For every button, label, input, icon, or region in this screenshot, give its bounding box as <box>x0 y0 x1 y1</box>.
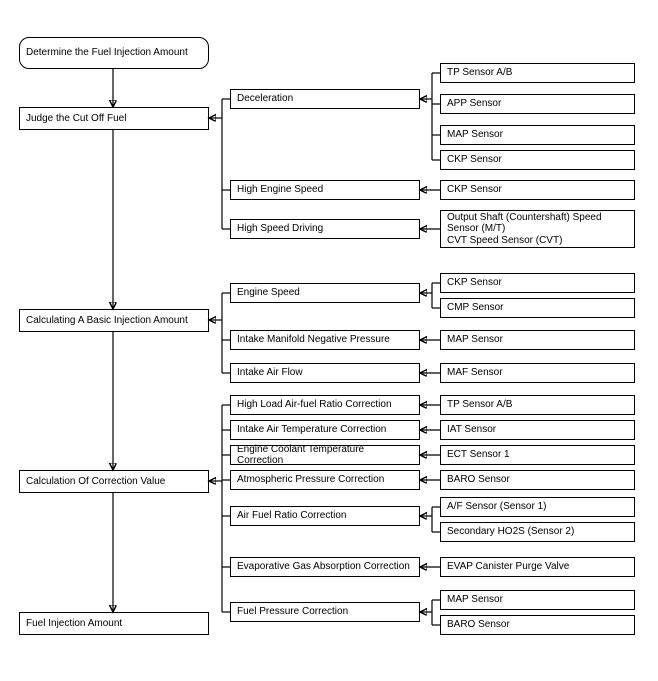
label: A/F Sensor (Sensor 1) <box>447 501 546 513</box>
label: TP Sensor A/B <box>447 399 512 411</box>
mid-evap: Evaporative Gas Absorption Correction <box>230 557 420 577</box>
label: IAT Sensor <box>447 424 496 436</box>
sensor-af: A/F Sensor (Sensor 1) <box>440 497 635 517</box>
label: Determine the Fuel Injection Amount <box>26 47 188 59</box>
label: Fuel Pressure Correction <box>237 606 348 618</box>
label: Intake Manifold Negative Pressure <box>237 334 390 346</box>
mid-intake-air: Intake Air Flow <box>230 363 420 383</box>
label: CMP Sensor <box>447 302 504 314</box>
mid-coolant: Engine Coolant Temperature Correction <box>230 445 420 465</box>
label: MAP Sensor <box>447 129 503 141</box>
sensor-map-2: MAP Sensor <box>440 330 635 350</box>
sensor-app: APP Sensor <box>440 94 635 114</box>
sensor-ckp-3: CKP Sensor <box>440 273 635 293</box>
label: EVAP Canister Purge Valve <box>447 561 569 573</box>
main-correction: Calculation Of Correction Value <box>19 470 209 493</box>
sensor-iat: IAT Sensor <box>440 420 635 440</box>
label: Calculation Of Correction Value <box>26 476 165 488</box>
sensor-tp-ab-2: TP Sensor A/B <box>440 395 635 415</box>
label: Intake Air Temperature Correction <box>237 424 386 436</box>
label: APP Sensor <box>447 98 501 110</box>
main-judge: Judge the Cut Off Fuel <box>19 107 209 130</box>
label: MAP Sensor <box>447 334 503 346</box>
label: Intake Air Flow <box>237 367 303 379</box>
sensor-map-3: MAP Sensor <box>440 590 635 610</box>
label: Calculating A Basic Injection Amount <box>26 315 188 327</box>
label: BARO Sensor <box>447 619 510 631</box>
label: CKP Sensor <box>447 184 502 196</box>
label: Engine Coolant Temperature Correction <box>237 444 413 467</box>
main-basic: Calculating A Basic Injection Amount <box>19 309 209 332</box>
label: High Engine Speed <box>237 184 323 196</box>
sensor-map: MAP Sensor <box>440 125 635 145</box>
mid-high-load: High Load Air-fuel Ratio Correction <box>230 395 420 415</box>
label: High Speed Driving <box>237 223 323 235</box>
label: Air Fuel Ratio Correction <box>237 510 346 522</box>
mid-intake-neg: Intake Manifold Negative Pressure <box>230 330 420 350</box>
label: MAP Sensor <box>447 594 503 606</box>
mid-intake-temp: Intake Air Temperature Correction <box>230 420 420 440</box>
label: ECT Sensor 1 <box>447 449 510 461</box>
mid-atmos: Atmospheric Pressure Correction <box>230 470 420 490</box>
sensor-ho2s: Secondary HO2S (Sensor 2) <box>440 522 635 542</box>
label: TP Sensor A/B <box>447 67 512 79</box>
main-determine: Determine the Fuel Injection Amount <box>19 37 209 69</box>
label: CKP Sensor <box>447 277 502 289</box>
sensor-ect: ECT Sensor 1 <box>440 445 635 465</box>
label: Judge the Cut Off Fuel <box>26 113 126 125</box>
sensor-cmp: CMP Sensor <box>440 298 635 318</box>
label: High Load Air-fuel Ratio Correction <box>237 399 392 411</box>
sensor-ckp-2: CKP Sensor <box>440 180 635 200</box>
label: BARO Sensor <box>447 474 510 486</box>
label: Evaporative Gas Absorption Correction <box>237 561 410 573</box>
mid-high-engine: High Engine Speed <box>230 180 420 200</box>
label: CKP Sensor <box>447 154 502 166</box>
sensor-baro: BARO Sensor <box>440 470 635 490</box>
label: Deceleration <box>237 93 293 105</box>
mid-af-ratio: Air Fuel Ratio Correction <box>230 506 420 526</box>
label: Output Shaft (Countershaft) Speed Sensor… <box>447 212 628 247</box>
label: Atmospheric Pressure Correction <box>237 474 384 486</box>
mid-fuel-press: Fuel Pressure Correction <box>230 602 420 622</box>
mid-decel: Deceleration <box>230 89 420 109</box>
sensor-maf: MAF Sensor <box>440 363 635 383</box>
sensor-baro-2: BARO Sensor <box>440 615 635 635</box>
sensor-evap-valve: EVAP Canister Purge Valve <box>440 557 635 577</box>
label: MAF Sensor <box>447 367 503 379</box>
main-result: Fuel Injection Amount <box>19 612 209 635</box>
label: Engine Speed <box>237 287 300 299</box>
label: Secondary HO2S (Sensor 2) <box>447 526 574 538</box>
sensor-tp-ab: TP Sensor A/B <box>440 63 635 83</box>
sensor-ckp: CKP Sensor <box>440 150 635 170</box>
label: Fuel Injection Amount <box>26 618 122 630</box>
mid-engine-speed: Engine Speed <box>230 283 420 303</box>
sensor-output: Output Shaft (Countershaft) Speed Sensor… <box>440 210 635 248</box>
mid-high-driving: High Speed Driving <box>230 219 420 239</box>
